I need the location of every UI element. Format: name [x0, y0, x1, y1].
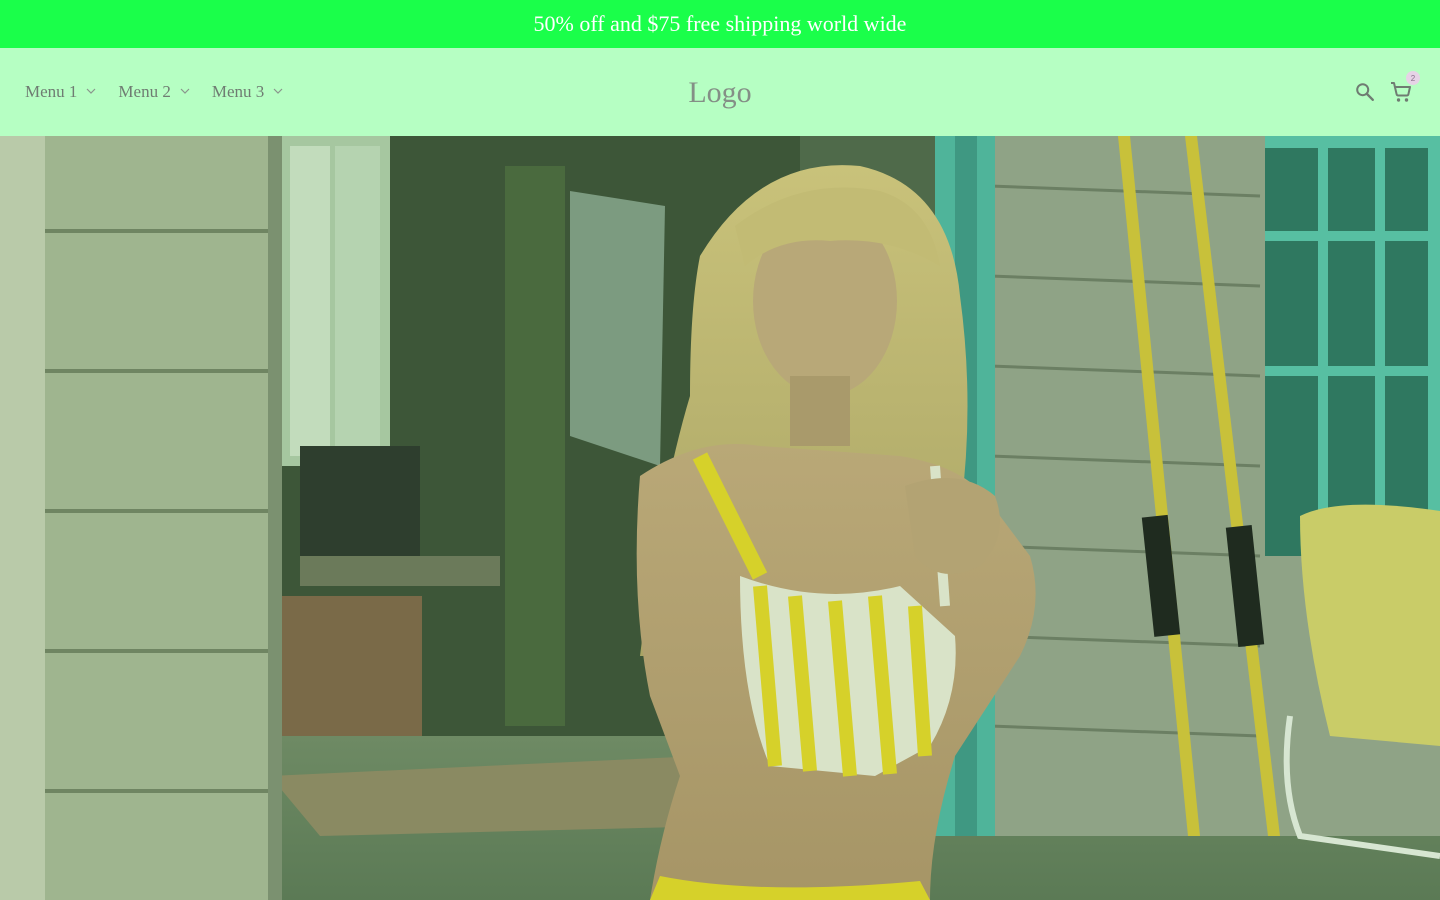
chevron-down-icon [86, 88, 96, 94]
hero-image [0, 136, 1440, 900]
nav-menu-1-label: Menu 1 [25, 82, 78, 101]
search-button[interactable] [1352, 79, 1378, 105]
announcement-bar: 50% off and $75 free shipping world wide [0, 0, 1440, 48]
announcement-text: 50% off and $75 free shipping world wide [533, 11, 907, 36]
cart-count-badge: 2 [1406, 71, 1420, 85]
chevron-down-icon [180, 88, 190, 94]
main-nav: Menu 1 Menu 2 Menu 3 [25, 48, 305, 136]
hero-photo [0, 136, 1440, 900]
nav-menu-3[interactable]: Menu 3 [212, 82, 283, 102]
nav-menu-2[interactable]: Menu 2 [118, 82, 190, 102]
cart-button[interactable]: 2 [1388, 71, 1420, 105]
site-header: Menu 1 Menu 2 Menu 3 Logo 2 [0, 48, 1440, 136]
nav-menu-2-label: Menu 2 [118, 82, 171, 101]
chevron-down-icon [273, 88, 283, 94]
nav-menu-3-label: Menu 3 [211, 82, 265, 101]
search-icon [1356, 83, 1374, 101]
site-logo[interactable]: Logo [688, 76, 751, 110]
header-icons: 2 [1342, 48, 1420, 136]
nav-menu-1[interactable]: Menu 1 [25, 82, 96, 102]
